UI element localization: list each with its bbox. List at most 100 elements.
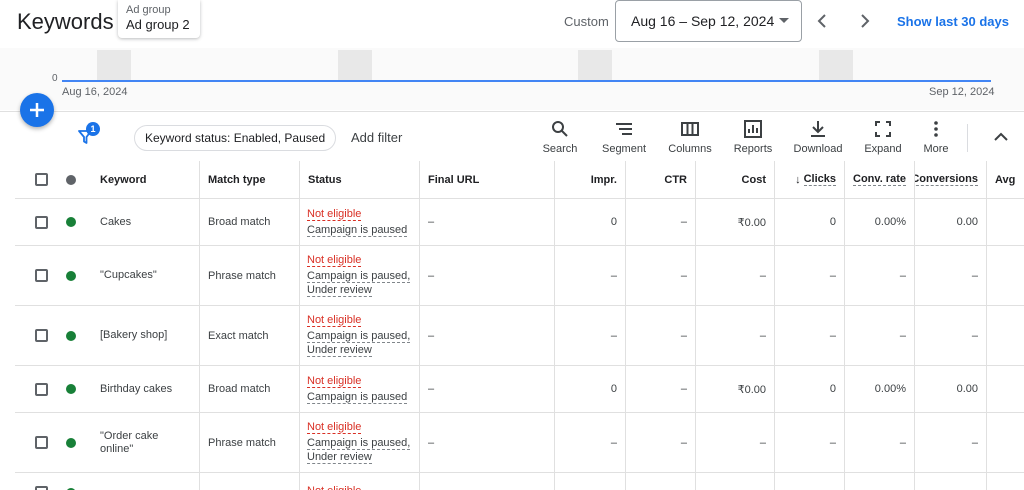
keyword-text: Cakes <box>100 215 132 228</box>
table-row[interactable]: Birthday cakes Broad match Not eligible … <box>15 366 1024 413</box>
conv-rate-cell <box>845 473 915 490</box>
status-cell[interactable]: Not eligible <box>300 473 420 490</box>
status-not-eligible[interactable]: Not eligible <box>307 314 362 327</box>
clicks-cell: – <box>775 246 845 305</box>
ctr-value: – <box>680 436 687 449</box>
header-avg[interactable]: Avg <box>987 161 1024 198</box>
date-range-type-label: Custom <box>564 14 609 29</box>
status-not-eligible[interactable]: Not eligible <box>307 208 362 221</box>
status-not-eligible[interactable]: Not eligible <box>307 421 362 434</box>
header-final-url[interactable]: Final URL <box>420 161 555 198</box>
match-type-cell[interactable] <box>200 473 300 490</box>
cost-value: – <box>759 436 766 449</box>
enabled-status-dot-icon <box>66 330 76 341</box>
expand-button[interactable]: Expand <box>856 120 910 158</box>
status-not-eligible[interactable]: Not eligible <box>307 375 362 388</box>
chevron-up-icon[interactable] <box>992 130 1010 144</box>
keyword-status-filter-chip[interactable]: Keyword status: Enabled, Paused <box>134 125 337 151</box>
final-url-cell[interactable] <box>420 473 555 490</box>
keyword-text: [Bakery shop] <box>100 329 168 341</box>
performance-chart: 0 Aug 16, 2024 Sep 12, 2024 <box>0 48 1024 110</box>
chevron-right-icon[interactable] <box>857 12 873 30</box>
table-row[interactable]: Not eligible <box>15 473 1024 490</box>
columns-button[interactable]: Columns <box>663 120 717 158</box>
final-url-cell[interactable]: – <box>420 199 555 245</box>
ctr-cell: – <box>626 366 696 412</box>
conv-rate-value: – <box>899 269 906 282</box>
final-url-cell[interactable]: – <box>420 413 555 472</box>
header-clicks[interactable]: ↓ Clicks <box>775 161 845 198</box>
clicks-cell: – <box>775 413 845 472</box>
date-range-picker[interactable]: Aug 16 – Sep 12, 2024 <box>615 0 802 42</box>
status-cell[interactable]: Not eligible Campaign is paused <box>300 199 420 245</box>
ctr-cell: – <box>626 413 696 472</box>
header-status[interactable]: Status <box>300 161 420 198</box>
match-type-cell[interactable]: Exact match <box>200 306 300 365</box>
download-button-label: Download <box>793 143 843 155</box>
header-final-url-label: Final URL <box>428 173 480 186</box>
table-row[interactable]: Cakes Broad match Not eligible Campaign … <box>15 199 1024 246</box>
status-reason: Campaign is paused, <box>307 270 411 283</box>
table-row[interactable]: "Order cake online" Phrase match Not elig… <box>15 413 1024 473</box>
more-button[interactable]: More <box>909 120 963 158</box>
show-last-30-days-link[interactable]: Show last 30 days <box>897 14 1009 29</box>
cost-value: ₹0.00 <box>737 216 766 229</box>
final-url-text: – <box>428 216 435 228</box>
ctr-value: – <box>680 329 687 342</box>
status-cell[interactable]: Not eligible Campaign is paused, Under re… <box>300 306 420 365</box>
reports-button-label: Reports <box>733 143 773 155</box>
ctr-cell: – <box>626 246 696 305</box>
segment-button[interactable]: Segment <box>597 120 651 158</box>
clicks-cell: 0 <box>775 366 845 412</box>
match-type-cell[interactable]: Phrase match <box>200 413 300 472</box>
clicks-value: 0 <box>829 383 836 395</box>
status-cell[interactable]: Not eligible Campaign is paused <box>300 366 420 412</box>
chart-start-date: Aug 16, 2024 <box>62 86 128 98</box>
status-not-eligible[interactable]: Not eligible <box>307 254 362 267</box>
header-conversions[interactable]: Conversions <box>915 161 987 198</box>
header-cost[interactable]: Cost <box>696 161 775 198</box>
search-button[interactable]: Search <box>533 120 587 158</box>
keyword-cell[interactable]: "Cupcakes" <box>100 246 200 305</box>
status-cell[interactable]: Not eligible Campaign is paused, Under re… <box>300 246 420 305</box>
status-not-eligible[interactable]: Not eligible <box>307 485 361 490</box>
status-cell[interactable]: Not eligible Campaign is paused, Under re… <box>300 413 420 472</box>
ad-group-selector[interactable]: Ad group Ad group 2 <box>118 0 200 38</box>
avg-cell <box>987 306 1024 365</box>
row-status-dot-cell <box>15 473 107 490</box>
download-button[interactable]: Download <box>791 120 845 158</box>
keyword-cell[interactable]: [Bakery shop] <box>100 306 200 365</box>
keyword-cell[interactable]: Cakes <box>100 199 200 245</box>
keyword-cell[interactable]: "Order cake online" <box>100 413 200 472</box>
table-row[interactable]: "Cupcakes" Phrase match Not eligible Cam… <box>15 246 1024 306</box>
header-conv-rate[interactable]: Conv. rate <box>845 161 915 198</box>
reports-icon <box>726 120 780 140</box>
final-url-cell[interactable]: – <box>420 366 555 412</box>
impr-value: – <box>610 436 617 449</box>
row-status-dot-cell <box>15 366 107 412</box>
table-row[interactable]: [Bakery shop] Exact match Not eligible C… <box>15 306 1024 366</box>
sort-down-arrow-icon: ↓ <box>795 173 801 186</box>
impr-cell: 0 <box>555 366 626 412</box>
chevron-left-icon[interactable] <box>815 12 831 30</box>
add-keyword-button[interactable] <box>20 93 54 127</box>
keyword-cell[interactable] <box>100 473 200 490</box>
header-impr-label: Impr. <box>590 173 617 186</box>
conversions-value: – <box>971 436 978 449</box>
final-url-cell[interactable]: – <box>420 306 555 365</box>
match-type-cell[interactable]: Phrase match <box>200 246 300 305</box>
header-impr[interactable]: Impr. <box>555 161 626 198</box>
reports-button[interactable]: Reports <box>726 120 780 158</box>
impr-value: – <box>610 329 617 342</box>
final-url-cell[interactable]: – <box>420 246 555 305</box>
keyword-cell[interactable]: Birthday cakes <box>100 366 200 412</box>
match-type-cell[interactable]: Broad match <box>200 199 300 245</box>
match-type-cell[interactable]: Broad match <box>200 366 300 412</box>
ctr-value: – <box>680 383 687 395</box>
header-ctr[interactable]: CTR <box>626 161 696 198</box>
add-filter-button[interactable]: Add filter <box>351 130 402 145</box>
header-keyword[interactable]: Keyword <box>100 161 200 198</box>
avg-cell <box>987 199 1024 245</box>
header-match-type[interactable]: Match type <box>200 161 300 198</box>
clicks-cell <box>775 473 845 490</box>
